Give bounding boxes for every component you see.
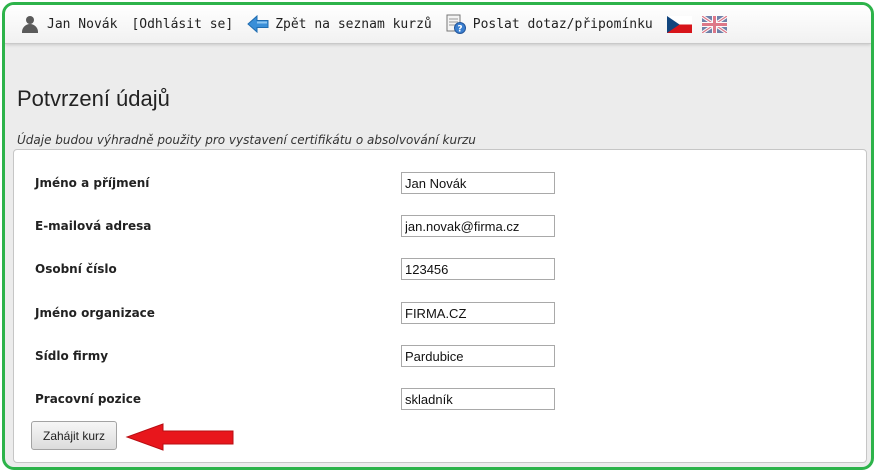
- send-question-link[interactable]: ? Poslat dotaz/připomínku: [446, 14, 653, 35]
- email-input[interactable]: [401, 215, 555, 237]
- uk-flag-icon[interactable]: [701, 15, 727, 33]
- cs-flag-icon[interactable]: [666, 15, 692, 33]
- personal-number-input[interactable]: [401, 258, 555, 280]
- red-arrow-icon: [125, 423, 234, 451]
- back-arrow-icon: [247, 14, 269, 34]
- company-seat-label: Sídlo firmy: [35, 349, 109, 363]
- page-subtitle: Údaje budou výhradně použity pro vystave…: [17, 133, 476, 147]
- logout-link[interactable]: [Odhlásit se]: [131, 17, 233, 32]
- top-toolbar: Jan Novák [Odhlásit se] Zpět na seznam k…: [5, 5, 871, 44]
- svg-text:?: ?: [457, 25, 462, 35]
- user-name: Jan Novák: [47, 16, 118, 32]
- organization-input[interactable]: [401, 302, 555, 324]
- start-course-button[interactable]: Zahájit kurz: [31, 421, 117, 450]
- form-row-email: E-mailová adresa: [14, 215, 866, 239]
- form-row-company-seat: Sídlo firmy: [14, 345, 866, 369]
- form-row-personal-number: Osobní číslo: [14, 258, 866, 282]
- personal-number-label: Osobní číslo: [35, 262, 117, 276]
- form-row-organization: Jméno organizace: [14, 302, 866, 326]
- form-row-job-position: Pracovní pozice: [14, 388, 866, 412]
- personal-data-form: Jméno a příjmení E-mailová adresa Osobní…: [13, 149, 867, 463]
- back-to-courses-link[interactable]: Zpět na seznam kurzů: [247, 14, 432, 34]
- help-document-icon: ?: [446, 14, 466, 35]
- user-icon: [21, 15, 39, 33]
- company-seat-input[interactable]: [401, 345, 555, 367]
- app-frame: Jan Novák [Odhlásit se] Zpět na seznam k…: [2, 2, 874, 470]
- full-name-label: Jméno a příjmení: [35, 176, 150, 190]
- page-title: Potvrzení údajů: [17, 86, 170, 111]
- form-row-full-name: Jméno a příjmení: [14, 172, 866, 196]
- user-info: Jan Novák: [5, 15, 117, 33]
- organization-label: Jméno organizace: [35, 306, 155, 320]
- full-name-input[interactable]: [401, 172, 555, 194]
- job-position-input[interactable]: [401, 388, 555, 410]
- back-to-courses-label: Zpět na seznam kurzů: [275, 16, 432, 32]
- send-question-label: Poslat dotaz/připomínku: [472, 16, 653, 32]
- email-label: E-mailová adresa: [35, 219, 152, 233]
- job-position-label: Pracovní pozice: [35, 392, 142, 406]
